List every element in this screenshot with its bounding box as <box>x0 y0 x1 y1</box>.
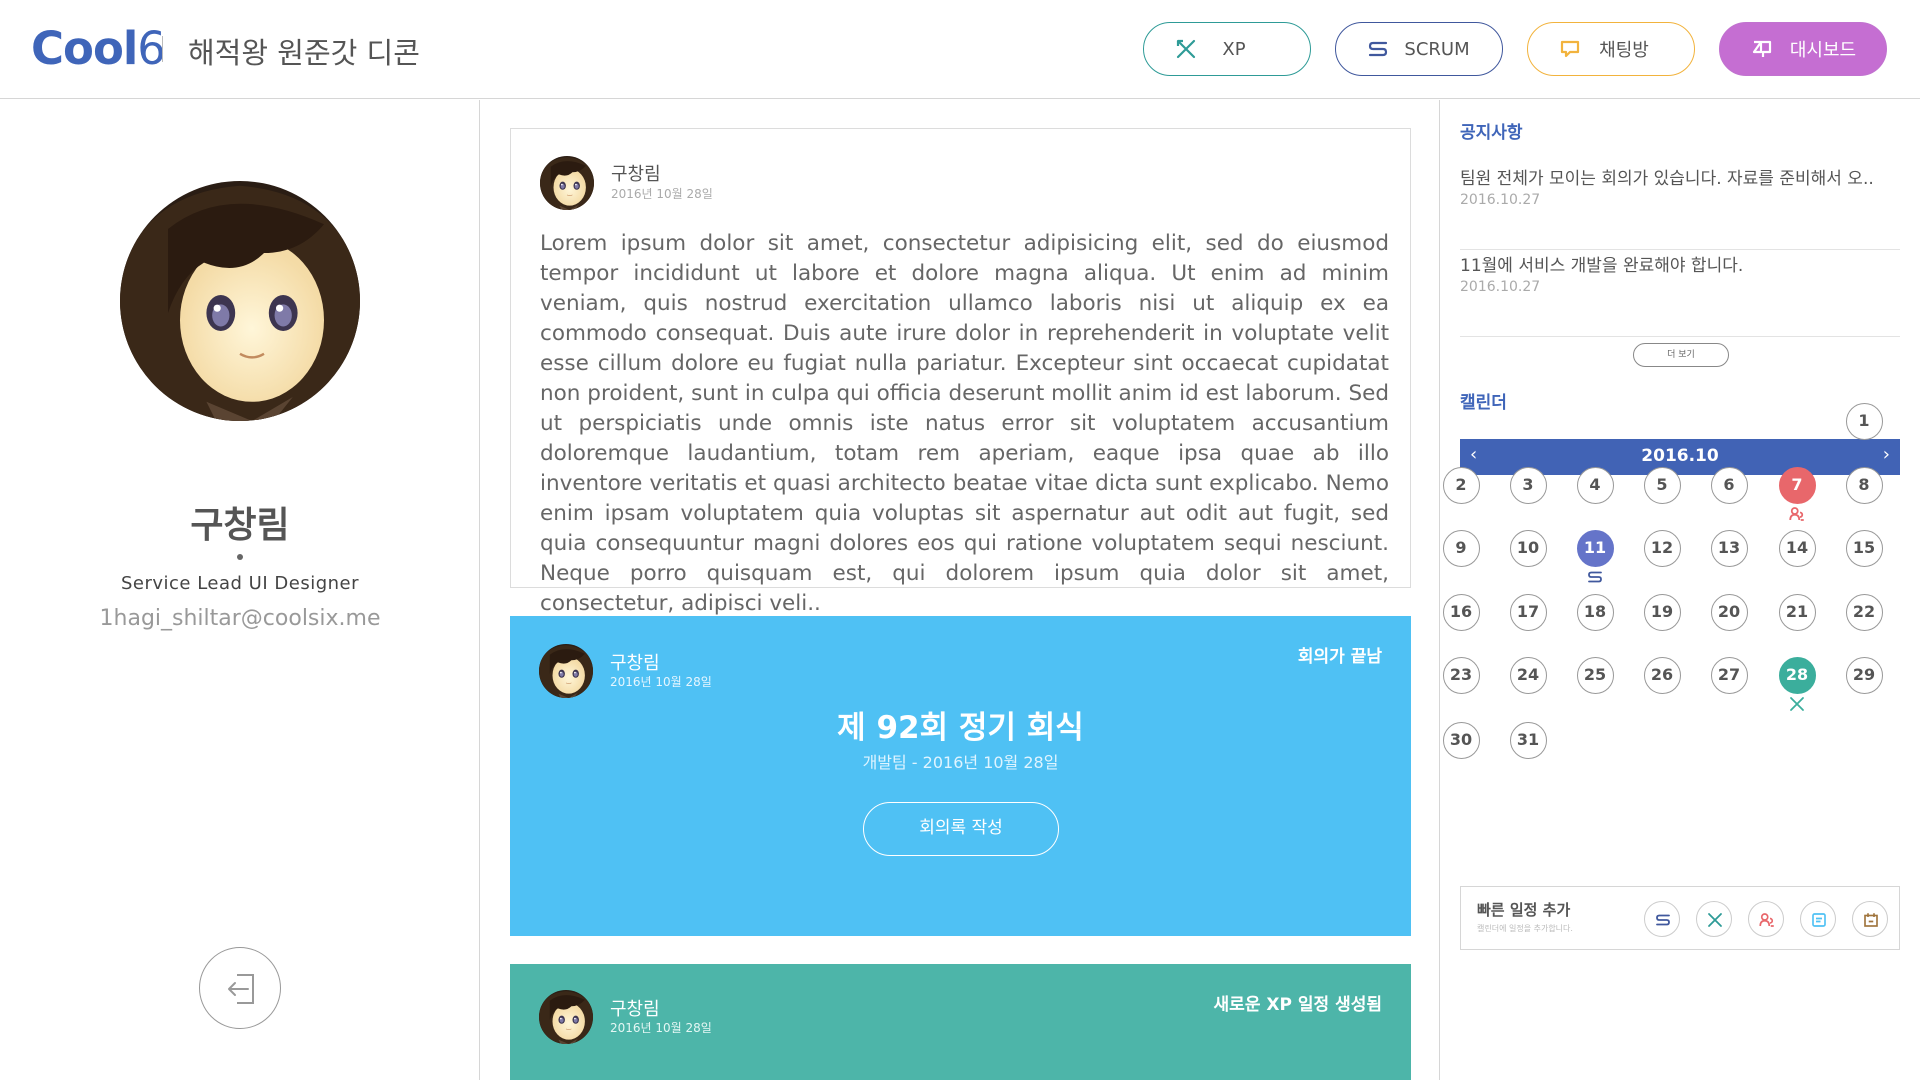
nav-xp-label: XP <box>1222 38 1246 60</box>
quick-add-panel: 빠른 일정 추가 캘린더에 일정을 추가합니다. <box>1460 886 1900 950</box>
post-body: Lorem ipsum dolor sit amet, consectetur … <box>540 231 1389 616</box>
notice-text: 11월에 서비스 개발을 완료해야 합니다. <box>1460 256 1744 276</box>
calendar-day[interactable]: 3 <box>1509 466 1547 504</box>
quick-add-xp-button[interactable] <box>1696 901 1732 937</box>
meeting-status-badge: 회의가 끝남 <box>1297 647 1382 667</box>
memo-icon <box>1812 913 1826 927</box>
calendar-day[interactable]: 17 <box>1509 593 1547 631</box>
xp-event-badge: 새로운 XP 일정 생성됨 <box>1213 995 1382 1015</box>
notice-date: 2016.10.27 <box>1460 279 1541 295</box>
logout-button[interactable] <box>199 947 281 1029</box>
xp-icon <box>1788 695 1806 713</box>
notice-section-title: 공지사항 <box>1460 123 1523 143</box>
calendar-day[interactable]: 11 <box>1576 529 1614 567</box>
write-minutes-button[interactable]: 회의록 작성 <box>863 802 1059 856</box>
calendar-day[interactable]: 6 <box>1710 466 1748 504</box>
right-sidebar: 공지사항 팀원 전체가 모이는 회의가 있습니다. 자료를 준비해서 오.. 2… <box>1439 100 1920 1080</box>
nav-scrum-label: SCRUM <box>1404 38 1470 60</box>
quick-add-title: 빠른 일정 추가 <box>1477 901 1571 919</box>
calendar-day[interactable]: 4 <box>1576 466 1614 504</box>
xp-event-card: 구창림 2016년 10월 28일 새로운 XP 일정 생성됨 <box>510 964 1411 1080</box>
post-author[interactable]: 구창림 <box>611 160 661 186</box>
nav-chat-label: 채팅방 <box>1599 40 1649 61</box>
profile-avatar <box>120 181 360 421</box>
nav-scrum-button[interactable]: SCRUM <box>1335 22 1503 76</box>
meeting-card: 구창림 2016년 10월 28일 회의가 끝남 제 92회 정기 회식 개발팀… <box>510 616 1411 936</box>
meeting-subtitle: 개발팀 - 2016년 10월 28일 <box>862 753 1059 772</box>
calendar-day[interactable]: 7 <box>1778 466 1816 504</box>
author-avatar[interactable] <box>540 156 594 210</box>
more-notices-button[interactable]: 더 보기 <box>1633 343 1729 367</box>
project-title: 해적왕 원준갓 디콘 <box>188 36 420 70</box>
calendar-day[interactable]: 8 <box>1845 466 1883 504</box>
notice-text: 팀원 전체가 모이는 회의가 있습니다. 자료를 준비해서 오.. <box>1460 169 1874 189</box>
calendar-next-button[interactable]: › <box>1883 444 1890 465</box>
quick-add-calendar-button[interactable] <box>1852 901 1888 937</box>
calendar-day[interactable]: 2 <box>1442 466 1480 504</box>
calendar-day[interactable]: 19 <box>1643 593 1681 631</box>
calendar-day[interactable]: 13 <box>1710 529 1748 567</box>
profile-name: 구창림 <box>190 505 290 546</box>
calendar-day[interactable]: 10 <box>1509 529 1547 567</box>
calendar-section-title: 캘린더 <box>1460 393 1507 413</box>
top-header: Cool6 해적왕 원준갓 디콘 XP SCRUM 채팅방 대시보드 <box>0 0 1920 99</box>
calendar-day[interactable]: 23 <box>1442 656 1480 694</box>
profile-role: Service Lead UI Designer <box>120 573 360 594</box>
xp-event-date: 2016년 10월 28일 <box>610 1021 712 1035</box>
profile-email: 1hagi_shiltar@coolsix.me <box>99 606 381 631</box>
profile-divider-dot <box>237 554 243 560</box>
nav-xp-button[interactable]: XP <box>1143 22 1311 76</box>
xp-icon <box>1708 913 1722 927</box>
calendar-day[interactable]: 12 <box>1643 529 1681 567</box>
post-card: 구창림 2016년 10월 28일 Lorem ipsum dolor sit … <box>510 128 1411 616</box>
calendar-day[interactable]: 30 <box>1442 721 1480 759</box>
calendar-day[interactable]: 5 <box>1643 466 1681 504</box>
quick-add-memo-button[interactable] <box>1800 901 1836 937</box>
xp-event-author[interactable]: 구창림 <box>610 995 660 1021</box>
activity-feed: 구창림 2016년 10월 28일 Lorem ipsum dolor sit … <box>481 100 1439 1080</box>
calendar-day[interactable]: 31 <box>1509 721 1547 759</box>
profile-panel: 구창림 Service Lead UI Designer 1hagi_shilt… <box>0 100 480 1080</box>
notice-item[interactable]: 11월에 서비스 개발을 완료해야 합니다. 2016.10.27 <box>1460 251 1900 337</box>
calendar-day[interactable]: 22 <box>1845 593 1883 631</box>
nav-dashboard-label: 대시보드 <box>1789 40 1857 61</box>
calendar-icon <box>1864 913 1878 927</box>
scrum-icon <box>1586 568 1604 586</box>
calendar-month: 2016.10 <box>1641 446 1719 466</box>
calendar-day[interactable]: 24 <box>1509 656 1547 694</box>
calendar-day[interactable]: 16 <box>1442 593 1480 631</box>
calendar-day[interactable]: 9 <box>1442 529 1480 567</box>
calendar-day[interactable]: 28 <box>1778 656 1816 694</box>
meeting-icon <box>1788 505 1806 523</box>
calendar-day[interactable]: 1 <box>1845 402 1883 440</box>
meeting-icon <box>1759 913 1774 927</box>
calendar-day[interactable]: 27 <box>1710 656 1748 694</box>
calendar-day[interactable]: 25 <box>1576 656 1614 694</box>
scrum-icon <box>1656 914 1670 926</box>
calendar-day[interactable]: 29 <box>1845 656 1883 694</box>
nav-chat-button[interactable]: 채팅방 <box>1527 22 1695 76</box>
author-avatar[interactable] <box>539 990 593 1044</box>
quick-add-meeting-button[interactable] <box>1748 901 1784 937</box>
app-logo[interactable]: Cool6 <box>31 22 166 75</box>
meeting-author[interactable]: 구창림 <box>610 649 660 675</box>
quick-add-subtitle: 캘린더에 일정을 추가합니다. <box>1477 924 1573 933</box>
logo-divider <box>162 36 163 62</box>
calendar-day[interactable]: 21 <box>1778 593 1816 631</box>
meeting-title: 제 92회 정기 회식 <box>837 710 1084 746</box>
calendar-day[interactable]: 15 <box>1845 529 1883 567</box>
calendar-day[interactable]: 14 <box>1778 529 1816 567</box>
quick-add-scrum-button[interactable] <box>1644 901 1680 937</box>
post-date: 2016년 10월 28일 <box>611 187 713 201</box>
meeting-date: 2016년 10월 28일 <box>610 675 712 689</box>
logout-icon <box>228 974 254 1004</box>
calendar-day[interactable]: 18 <box>1576 593 1614 631</box>
notice-date: 2016.10.27 <box>1460 192 1541 208</box>
author-avatar[interactable] <box>539 644 593 698</box>
calendar-day[interactable]: 26 <box>1643 656 1681 694</box>
notice-item[interactable]: 팀원 전체가 모이는 회의가 있습니다. 자료를 준비해서 오.. 2016.1… <box>1460 164 1900 250</box>
calendar-day[interactable]: 20 <box>1710 593 1748 631</box>
nav-dashboard-button[interactable]: 대시보드 <box>1719 22 1887 76</box>
